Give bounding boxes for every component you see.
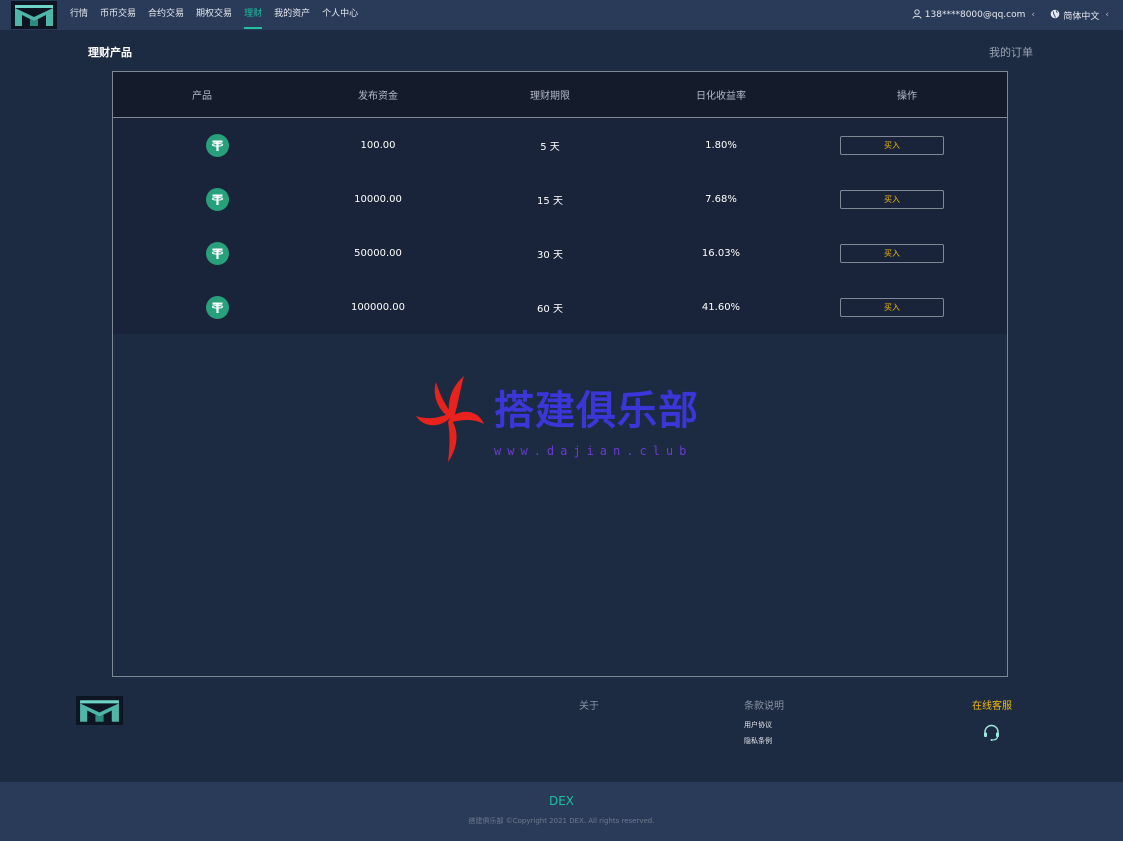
user-menu[interactable]: 138****8000@qq.com ‹	[912, 0, 1035, 30]
header-amount: 发布资金	[358, 91, 398, 102]
user-email: 138****8000@qq.com	[924, 10, 1026, 20]
rate-cell: 7.68%	[705, 193, 737, 205]
footer-link-privacy-policy[interactable]: 隐私条例	[744, 736, 772, 746]
headset-icon[interactable]	[982, 723, 1001, 746]
chevron-left-icon: ‹	[1105, 10, 1109, 20]
nav-item-market[interactable]: 行情	[70, 0, 88, 30]
term-cell: 5 天	[540, 141, 560, 153]
table-row: 50000.00 30 天 16.03% 买入	[113, 226, 1007, 280]
table-row: 100.00 5 天 1.80% 买入	[113, 118, 1007, 172]
online-service-label[interactable]: 在线客服	[972, 697, 1012, 712]
rate-cell: 41.60%	[701, 301, 741, 313]
table-body: 100.00 5 天 1.80% 买入 10000.00 15 天 7.68% …	[113, 118, 1007, 334]
header-action: 操作	[897, 91, 917, 102]
rate-cell: 1.80%	[705, 139, 737, 151]
rate-cell: 16.03%	[701, 247, 741, 259]
bottom-bar: DEX 搭建俱乐部 ©Copyright 2021 DEX. All right…	[0, 782, 1123, 841]
usdt-coin-icon	[205, 187, 229, 211]
chevron-left-icon: ‹	[1031, 10, 1035, 20]
table-row: 100000.00 60 天 41.60% 买入	[113, 280, 1007, 334]
brand-logo[interactable]	[11, 1, 57, 29]
main-nav: 行情 币币交易 合约交易 期权交易 理财 我的资产 个人中心	[70, 0, 370, 30]
watermark-url: www.dajian.club	[494, 444, 693, 458]
usdt-coin-icon	[205, 241, 229, 265]
usdt-coin-icon	[205, 133, 229, 157]
buy-button[interactable]: 买入	[840, 243, 944, 263]
term-cell: 15 天	[537, 195, 563, 207]
term-cell: 60 天	[537, 303, 563, 315]
nav-item-wealth-management[interactable]: 理财	[244, 0, 263, 30]
footer-logo[interactable]	[76, 696, 123, 725]
footer-about[interactable]: 关于	[579, 697, 599, 712]
page-title: 理财产品	[88, 46, 132, 59]
brand-logo-icon	[15, 5, 53, 26]
top-navbar: 行情 币币交易 合约交易 期权交易 理财 我的资产 个人中心 138****80…	[0, 0, 1123, 30]
footer-terms-heading: 条款说明	[744, 701, 784, 712]
nav-item-spot-trading[interactable]: 币币交易	[100, 0, 136, 30]
footer-brand: DEX	[548, 794, 575, 808]
term-cell: 30 天	[537, 249, 563, 261]
nav-item-options-trading[interactable]: 期权交易	[196, 0, 232, 30]
buy-button[interactable]: 买入	[840, 297, 944, 317]
user-icon	[912, 8, 922, 22]
my-orders-link[interactable]: 我的订单	[989, 44, 1033, 60]
amount-cell: 100000.00	[350, 301, 406, 313]
language-selector[interactable]: 简体中文 ‹	[1050, 0, 1109, 30]
header-daily-rate: 日化收益率	[696, 91, 746, 102]
amount-cell: 100.00	[360, 139, 396, 151]
header-term: 理财期限	[530, 91, 570, 102]
watermark-text: 搭建俱乐部	[494, 388, 699, 434]
nav-item-my-assets[interactable]: 我的资产	[274, 0, 310, 30]
buy-button[interactable]: 买入	[840, 189, 944, 209]
amount-cell: 10000.00	[354, 193, 402, 205]
nav-item-contract-trading[interactable]: 合约交易	[148, 0, 184, 30]
usdt-coin-icon	[205, 295, 229, 319]
header-product: 产品	[192, 91, 212, 102]
nav-item-personal-center[interactable]: 个人中心	[322, 0, 358, 30]
buy-button[interactable]: 买入	[840, 135, 944, 155]
watermark-swirl-logo-icon	[416, 376, 484, 462]
table-row: 10000.00 15 天 7.68% 买入	[113, 172, 1007, 226]
amount-cell: 50000.00	[354, 247, 402, 259]
footer-link-user-agreement[interactable]: 用户协议	[744, 720, 772, 730]
copyright-text: 搭建俱乐部 ©Copyright 2021 DEX. All rights re…	[468, 817, 655, 825]
globe-icon	[1050, 9, 1060, 22]
table-header: 产品 发布资金 理财期限 日化收益率 操作	[113, 72, 1007, 118]
watermark: 搭建俱乐部 www.dajian.club	[416, 372, 708, 466]
brand-logo-icon	[80, 700, 119, 722]
language-label: 简体中文	[1063, 11, 1100, 22]
